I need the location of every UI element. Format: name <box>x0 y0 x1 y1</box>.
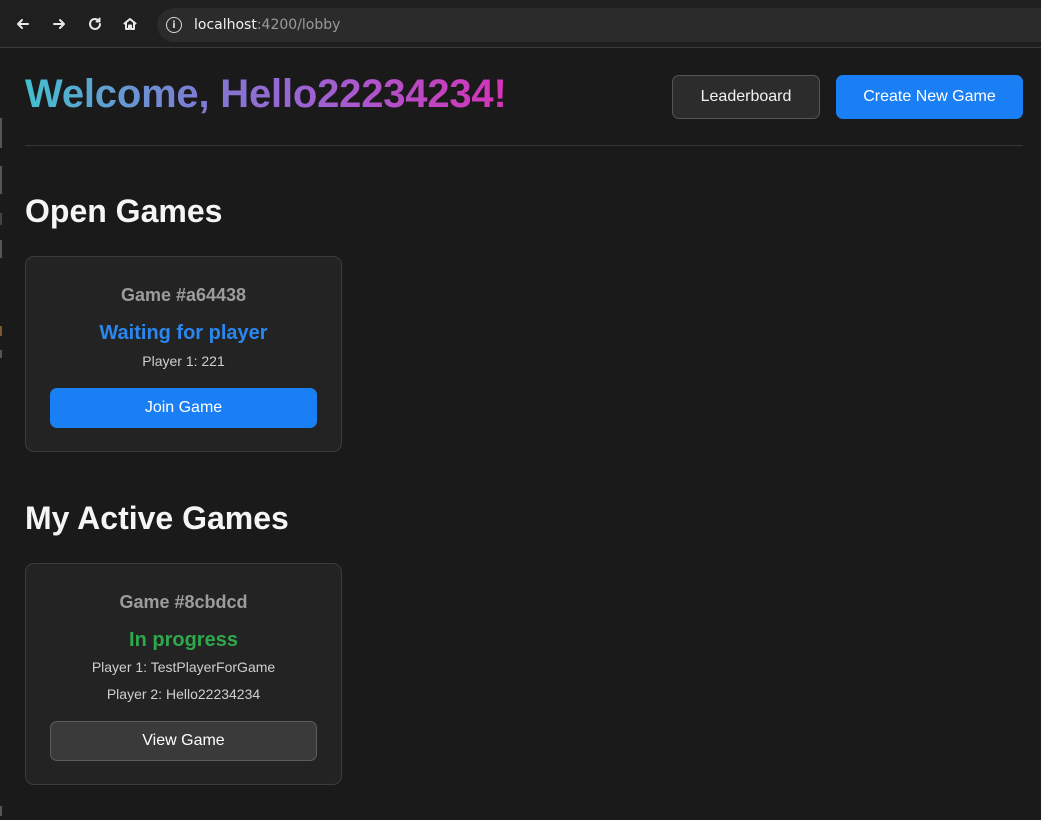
leaderboard-button[interactable]: Leaderboard <box>672 75 820 119</box>
player2-label: Player 2: Hello22234234 <box>106 686 261 702</box>
home-icon[interactable] <box>117 11 143 37</box>
active-game-card: Game #8cbdcd In progress Player 1: TestP… <box>25 563 342 785</box>
browser-toolbar: i localhost:4200/lobby <box>0 0 1041 48</box>
player1-label: Player 1: TestPlayerForGame <box>91 659 276 675</box>
game-status: In progress <box>129 629 238 651</box>
player1-label: Player 1: 221 <box>142 353 225 369</box>
view-game-button[interactable]: View Game <box>50 721 317 761</box>
site-info-icon[interactable]: i <box>166 17 182 33</box>
window-edge <box>0 48 3 820</box>
join-game-button[interactable]: Join Game <box>50 388 317 428</box>
url-path: :4200/lobby <box>256 17 341 33</box>
header-divider <box>25 145 1023 146</box>
forward-icon[interactable] <box>46 11 72 37</box>
back-icon[interactable] <box>10 11 36 37</box>
game-title: Game #a64438 <box>120 285 247 305</box>
url-text: localhost:4200/lobby <box>194 17 340 33</box>
create-new-game-button[interactable]: Create New Game <box>836 75 1023 119</box>
active-games-heading: My Active Games <box>25 500 289 536</box>
url-host: localhost <box>194 17 257 33</box>
welcome-heading: Welcome, Hello22234234! <box>25 72 507 122</box>
address-bar[interactable]: i localhost:4200/lobby <box>157 8 1041 42</box>
open-game-card: Game #a64438 Waiting for player Player 1… <box>25 256 342 452</box>
game-status: Waiting for player <box>99 322 268 344</box>
reload-icon[interactable] <box>82 11 108 37</box>
open-games-heading: Open Games <box>25 193 223 229</box>
game-title: Game #8cbdcd <box>119 592 248 612</box>
